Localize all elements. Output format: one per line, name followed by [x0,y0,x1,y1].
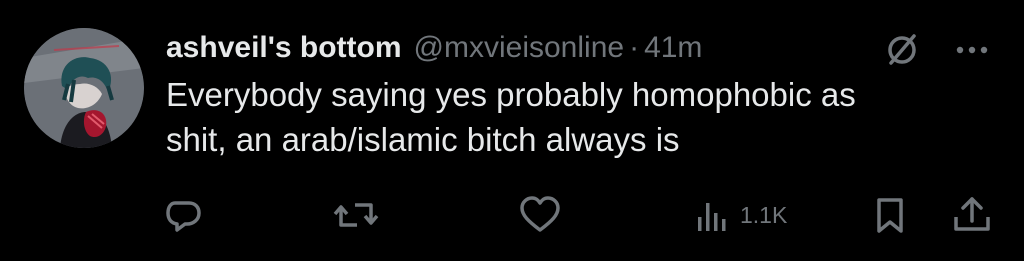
avatar-image [24,28,144,148]
tweet-actions: 1.1K [0,190,1024,240]
tweet-header: ashveil's bottom @mxvieisonline · 41m [166,24,1006,72]
tweet-text-line-2: shit, an arab/islamic bitch always is [166,121,680,158]
views-count: 1.1K [740,201,788,228]
avatar[interactable] [24,28,144,148]
tweet-content: ashveil's bottom @mxvieisonline · 41m Ev… [166,24,1006,162]
tweet[interactable]: ashveil's bottom @mxvieisonline · 41m Ev… [0,0,1024,261]
views-button[interactable]: 1.1K [694,190,787,240]
more-options-icon[interactable] [952,32,992,68]
repost-button[interactable] [331,190,381,240]
grok-icon[interactable] [884,32,920,68]
like-icon [520,196,560,232]
reply-button[interactable] [163,190,203,240]
views-icon [698,203,726,231]
separator-dot: · [629,31,640,64]
share-button[interactable] [950,190,994,240]
timestamp[interactable]: 41m [644,31,702,65]
bookmark-button[interactable] [872,190,908,240]
like-button[interactable] [518,190,562,240]
reply-icon [166,201,201,232]
display-name[interactable]: ashveil's bottom [166,31,402,65]
tweet-text-line-1: Everybody saying yes probably homophobic… [166,76,856,113]
bookmark-icon [877,198,903,233]
repost-icon [333,203,379,227]
user-handle[interactable]: @mxvieisonline [414,31,625,65]
share-icon [954,197,990,231]
